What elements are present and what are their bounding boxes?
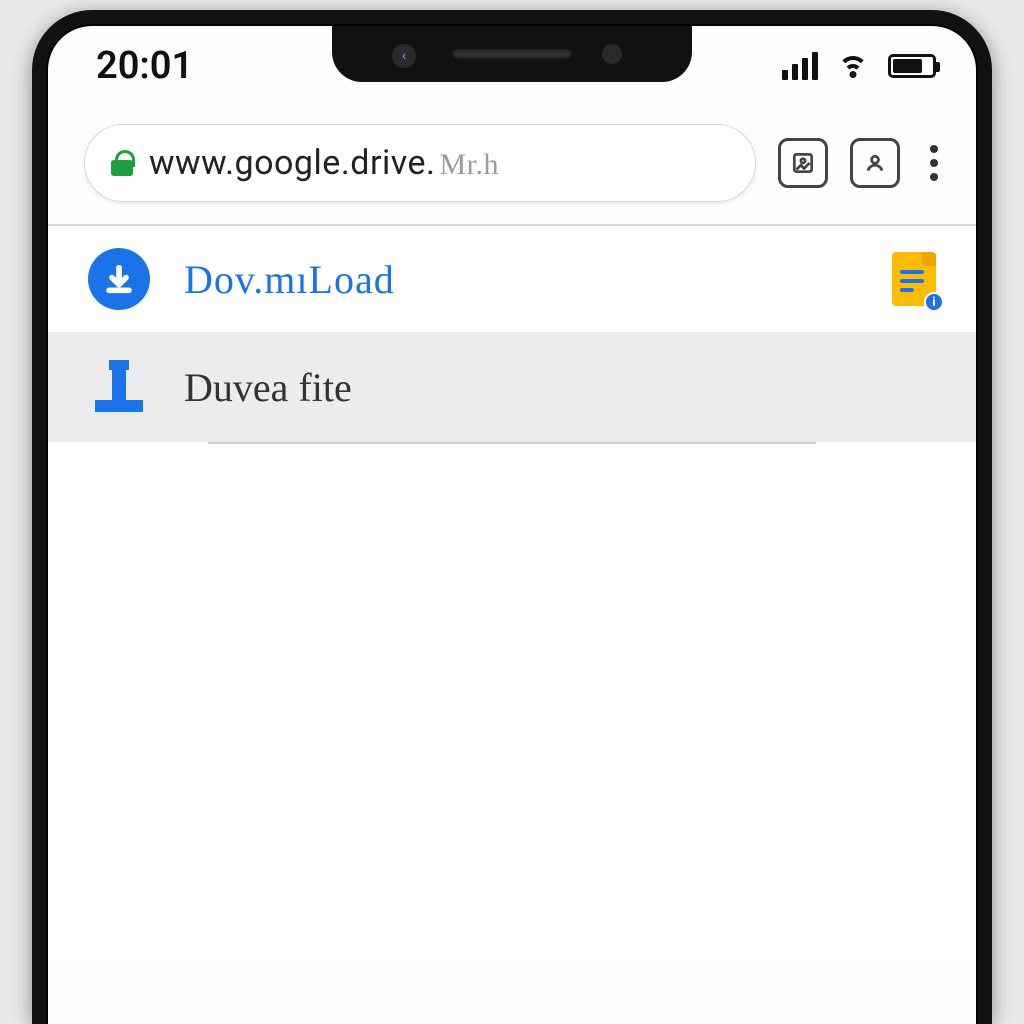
account-button[interactable] (850, 138, 900, 188)
tab-switcher-button[interactable] (778, 138, 828, 188)
wifi-icon (836, 52, 870, 80)
status-time: 20:01 (96, 44, 193, 88)
browser-toolbar: www.google.drive.Mr.h (48, 106, 976, 224)
cellular-icon (782, 52, 818, 80)
list-item-file[interactable]: Duvea fite (48, 332, 976, 442)
list-item-label: Duvea fite (184, 364, 352, 411)
empty-area (48, 444, 976, 964)
front-camera-icon (602, 44, 622, 64)
phone-frame: ‹ 20:01 www.google.drive.Mr.h (32, 10, 992, 1024)
url-suffix: Mr.h (440, 148, 500, 181)
list-item-download[interactable]: Dov.mıLoad i (48, 226, 976, 332)
info-badge: i (924, 292, 944, 312)
url-main: www.google.drive. (149, 143, 436, 183)
list-item-label: Dov.mıLoad (184, 256, 395, 303)
address-bar[interactable]: www.google.drive.Mr.h (84, 124, 756, 202)
download-icon (88, 248, 150, 310)
battery-icon (888, 54, 936, 78)
speaker-grille (452, 49, 572, 59)
lock-icon (111, 150, 133, 176)
front-sensor-icon: ‹ (392, 44, 416, 68)
status-right (782, 52, 936, 80)
file-type-icon (88, 356, 150, 418)
notch: ‹ (332, 26, 692, 82)
more-menu-button[interactable] (922, 145, 946, 181)
url-text: www.google.drive.Mr.h (149, 143, 499, 183)
screen: ‹ 20:01 www.google.drive.Mr.h (46, 24, 978, 1024)
document-icon[interactable]: i (892, 252, 936, 306)
